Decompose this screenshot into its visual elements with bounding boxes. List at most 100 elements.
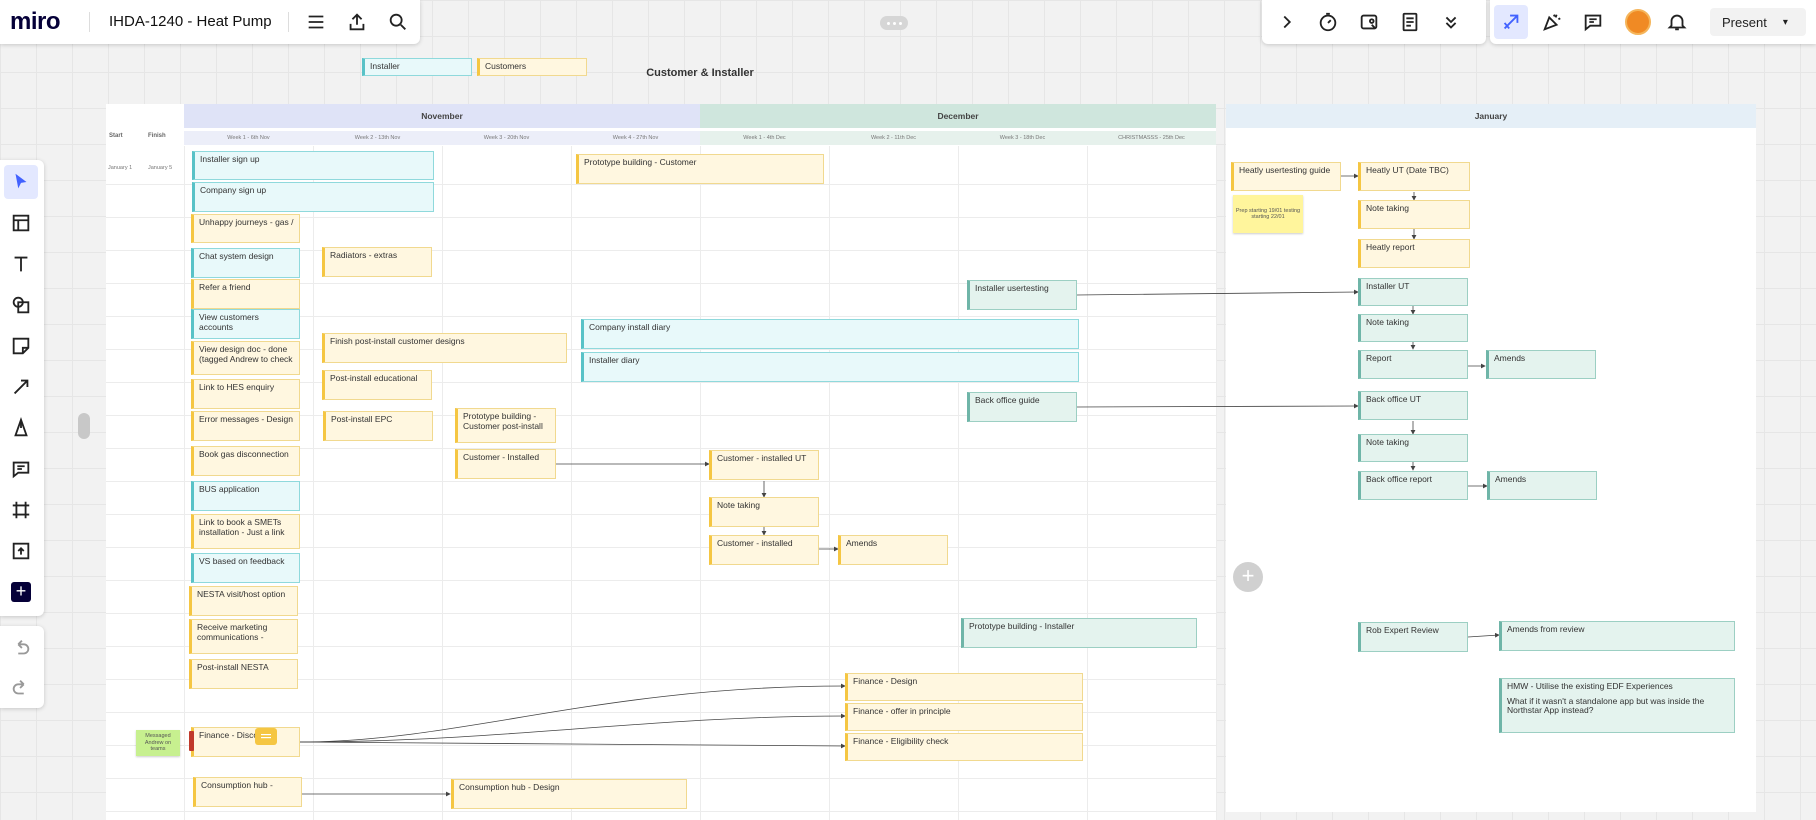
- collapse-handle[interactable]: [78, 413, 90, 439]
- card-chat-system-design[interactable]: Chat system design: [191, 248, 300, 278]
- week-header: CHRISTMASSS - 25th Dec: [1087, 131, 1216, 145]
- card-consumption-hub[interactable]: Consumption hub -: [193, 777, 302, 807]
- card-amends-dec[interactable]: Amends: [838, 535, 948, 565]
- card-customer-installed-ut[interactable]: Customer - installed UT: [709, 450, 819, 480]
- card-nesta-visit[interactable]: NESTA visit/host option: [189, 586, 298, 616]
- card-finance-offer[interactable]: Finance - offer in principle: [845, 703, 1083, 731]
- card-installer-usertesting[interactable]: Installer usertesting: [967, 280, 1077, 310]
- card-back-office-ut[interactable]: Back office UT: [1358, 391, 1468, 420]
- template-icon[interactable]: [4, 206, 38, 240]
- miro-logo[interactable]: miro: [10, 8, 61, 36]
- card-finance-design[interactable]: Finance - Design: [845, 673, 1083, 701]
- board-canvas[interactable]: Installer Customers Customer & Installer…: [0, 0, 1816, 820]
- card-heatly-report[interactable]: Heatly report: [1358, 239, 1470, 268]
- upload-icon[interactable]: [340, 5, 374, 39]
- reactions-icon[interactable]: [1494, 5, 1528, 39]
- select-tool-icon[interactable]: [4, 165, 38, 199]
- more-options-icon[interactable]: [880, 16, 908, 30]
- collaboration-toolbar: [1262, 0, 1486, 44]
- bell-icon[interactable]: [1660, 5, 1694, 39]
- card-installer-ut[interactable]: Installer UT: [1358, 278, 1468, 306]
- card-finance-disco[interactable]: Finance - Disco: [191, 727, 300, 757]
- notes-icon[interactable]: [1393, 5, 1427, 39]
- celebrate-icon[interactable]: [1535, 5, 1569, 39]
- sticky-note-prep[interactable]: Prep starting 19/01 testing starting 22/…: [1233, 195, 1303, 233]
- comment-tool-icon[interactable]: [4, 452, 38, 486]
- card-heatly-ut[interactable]: Heatly UT (Date TBC): [1358, 162, 1470, 191]
- card-heatly-usertesting-guide[interactable]: Heatly usertesting guide: [1231, 162, 1341, 191]
- menu-icon[interactable]: [299, 5, 333, 39]
- connector-icon[interactable]: [4, 370, 38, 404]
- card-company-install-diary[interactable]: Company install diary: [581, 319, 1079, 349]
- sticky-note-icon[interactable]: [4, 329, 38, 363]
- card-note-taking-1[interactable]: Note taking: [1358, 200, 1470, 229]
- plus-icon[interactable]: +: [4, 575, 38, 609]
- legend-installer[interactable]: Installer: [362, 58, 472, 76]
- grid-line: [1216, 146, 1217, 820]
- card-amends-1[interactable]: Amends: [1486, 350, 1596, 379]
- card-prototype-installer[interactable]: Prototype building - Installer: [961, 618, 1197, 648]
- card-hmw[interactable]: HMW - Utilise the existing EDF Experienc…: [1499, 678, 1735, 733]
- card-vs-feedback[interactable]: VS based on feedback: [191, 553, 300, 583]
- board-title[interactable]: IHDA-1240 - Heat Pump: [109, 13, 272, 30]
- card-refer-a-friend[interactable]: Refer a friend: [191, 279, 300, 309]
- grid-line: [442, 146, 443, 820]
- card-back-office-guide[interactable]: Back office guide: [967, 392, 1077, 422]
- chevron-right-icon[interactable]: [1270, 5, 1304, 39]
- card-receive-marketing[interactable]: Receive marketing communications -: [189, 619, 298, 654]
- present-button[interactable]: Present ▾: [1710, 8, 1806, 36]
- pen-icon[interactable]: [4, 411, 38, 445]
- card-installer-diary[interactable]: Installer diary: [581, 352, 1079, 382]
- card-note-taking-3[interactable]: Note taking: [1358, 434, 1468, 462]
- card-back-office-report[interactable]: Back office report: [1358, 471, 1468, 500]
- frame-icon[interactable]: [4, 493, 38, 527]
- card-installer-sign-up[interactable]: Installer sign up: [192, 151, 434, 180]
- comment-icon[interactable]: [1576, 5, 1610, 39]
- card-finance-eligibility[interactable]: Finance - Eligibility check: [845, 733, 1083, 761]
- grid-line: [184, 146, 185, 820]
- undo-icon[interactable]: [4, 631, 38, 665]
- grid-line: [106, 811, 1216, 812]
- card-prototype-customer[interactable]: Prototype building - Customer: [576, 154, 824, 184]
- card-amends-from-review[interactable]: Amends from review: [1499, 621, 1735, 651]
- card-post-install-epc[interactable]: Post-install EPC: [323, 411, 433, 441]
- card-post-install-educational[interactable]: Post-install educational: [322, 370, 432, 400]
- card-finish-post-install[interactable]: Finish post-install customer designs: [322, 333, 567, 363]
- card-customer-installed-2[interactable]: Customer - installed: [709, 535, 819, 565]
- timer-icon[interactable]: [1311, 5, 1345, 39]
- user-toolbar: Present ▾: [1490, 0, 1816, 44]
- upload-tool-icon[interactable]: [4, 534, 38, 568]
- avatar[interactable]: [1625, 9, 1651, 35]
- chevron-down-icon[interactable]: ▾: [1783, 17, 1788, 28]
- card-amends-2[interactable]: Amends: [1487, 471, 1597, 500]
- card-rob-expert-review[interactable]: Rob Expert Review: [1358, 622, 1468, 652]
- card-note-taking-dec[interactable]: Note taking: [709, 497, 819, 527]
- sticky-note-messaged[interactable]: Messaged Andrew on teams: [136, 730, 180, 756]
- card-prototype-customer-post-install[interactable]: Prototype building - Customer post-insta…: [455, 408, 556, 443]
- card-view-design-doc[interactable]: View design doc - done (tagged Andrew to…: [191, 341, 300, 375]
- card-post-install-nesta[interactable]: Post-install NESTA: [189, 659, 298, 689]
- week-header: Week 2 - 11th Dec: [829, 131, 958, 145]
- shapes-icon[interactable]: [4, 288, 38, 322]
- card-consumption-hub-design[interactable]: Consumption hub - Design: [451, 779, 687, 809]
- present-board-icon[interactable]: [1352, 5, 1386, 39]
- card-note-taking-2[interactable]: Note taking: [1358, 314, 1468, 342]
- card-customer-installed[interactable]: Customer - Installed: [455, 449, 556, 479]
- text-icon[interactable]: [4, 247, 38, 281]
- card-link-hes-enquiry[interactable]: Link to HES enquiry: [191, 379, 300, 409]
- legend-customers[interactable]: Customers: [477, 58, 587, 76]
- card-view-customers-accounts[interactable]: View customers accounts: [191, 309, 300, 339]
- redo-icon[interactable]: [4, 671, 38, 705]
- comment-icon[interactable]: [255, 728, 277, 745]
- card-bus-application[interactable]: BUS application: [191, 481, 300, 511]
- card-company-sign-up[interactable]: Company sign up: [192, 182, 434, 212]
- add-frame-icon[interactable]: +: [1233, 562, 1263, 592]
- card-book-gas-disconnection[interactable]: Book gas disconnection: [191, 446, 300, 476]
- card-link-smets[interactable]: Link to book a SMETs installation - Just…: [191, 514, 300, 549]
- search-icon[interactable]: [381, 5, 415, 39]
- card-error-messages[interactable]: Error messages - Design: [191, 411, 300, 441]
- card-radiators-extras[interactable]: Radiators - extras: [322, 247, 432, 277]
- card-unhappy-journeys[interactable]: Unhappy journeys - gas /: [191, 214, 300, 243]
- card-report[interactable]: Report: [1358, 350, 1468, 379]
- chevrons-down-icon[interactable]: [1434, 5, 1468, 39]
